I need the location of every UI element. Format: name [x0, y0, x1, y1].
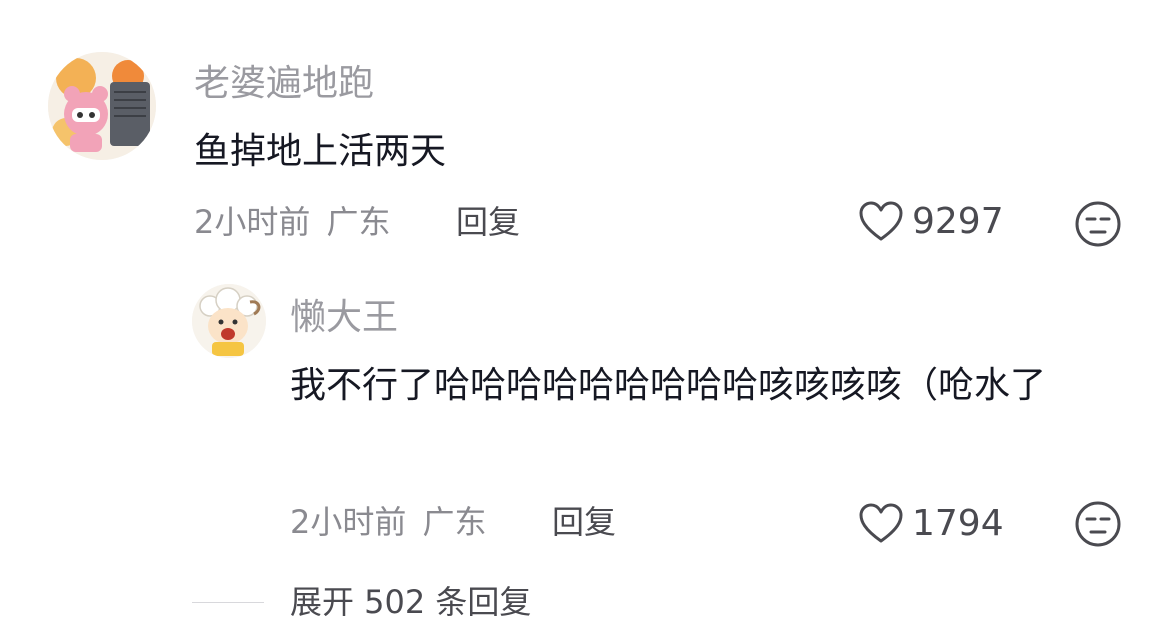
reply-time: 2小时前 — [290, 503, 407, 541]
comment-item: 老婆遍地跑 鱼掉地上活两天 2小时前 广东 回复 9297 — [0, 0, 1168, 260]
comment-meta: 2小时前 广东 — [194, 202, 391, 242]
heart-outline-icon — [859, 503, 903, 543]
expand-replies-label[interactable]: 展开 502 条回复 — [290, 582, 531, 622]
unamused-face-icon — [1075, 501, 1121, 547]
comment-text: 鱼掉地上活两天 — [194, 131, 447, 172]
heart-outline-icon — [859, 201, 903, 241]
unamused-face-icon — [1075, 201, 1121, 247]
comment-reply-button[interactable]: 回复 — [456, 202, 520, 242]
reply-meta: 2小时前 广东 — [290, 502, 487, 542]
reply-reply-button[interactable]: 回复 — [552, 502, 616, 542]
sheep-avatar-icon — [192, 284, 266, 358]
comment-avatar[interactable] — [48, 52, 156, 160]
reply-location: 广东 — [422, 503, 487, 541]
comment-location: 广东 — [326, 203, 391, 241]
reply-dislike-button[interactable] — [1074, 500, 1122, 548]
comment-time: 2小时前 — [194, 203, 311, 241]
reply-like-button[interactable]: 1794 — [858, 502, 1004, 546]
pink-character-avatar-icon — [48, 52, 156, 160]
expand-divider — [192, 601, 264, 603]
comment-like-button[interactable]: 9297 — [858, 200, 1004, 244]
expand-replies[interactable]: 展开 502 条回复 — [192, 582, 531, 622]
comment-dislike-button[interactable] — [1074, 200, 1122, 248]
reply-text: 我不行了哈哈哈哈哈哈哈哈哈咳咳咳咳（呛水了 — [290, 365, 1047, 406]
reply-item: 懒大王 我不行了哈哈哈哈哈哈哈哈哈咳咳咳咳（呛水了 2小时前 广东 回复 179… — [0, 270, 1168, 560]
comment-username[interactable]: 老婆遍地跑 — [194, 62, 374, 106]
reply-like-count: 1794 — [912, 503, 1004, 544]
reply-avatar[interactable] — [192, 284, 266, 358]
comment-like-count: 9297 — [912, 201, 1004, 242]
reply-username[interactable]: 懒大王 — [290, 296, 398, 340]
